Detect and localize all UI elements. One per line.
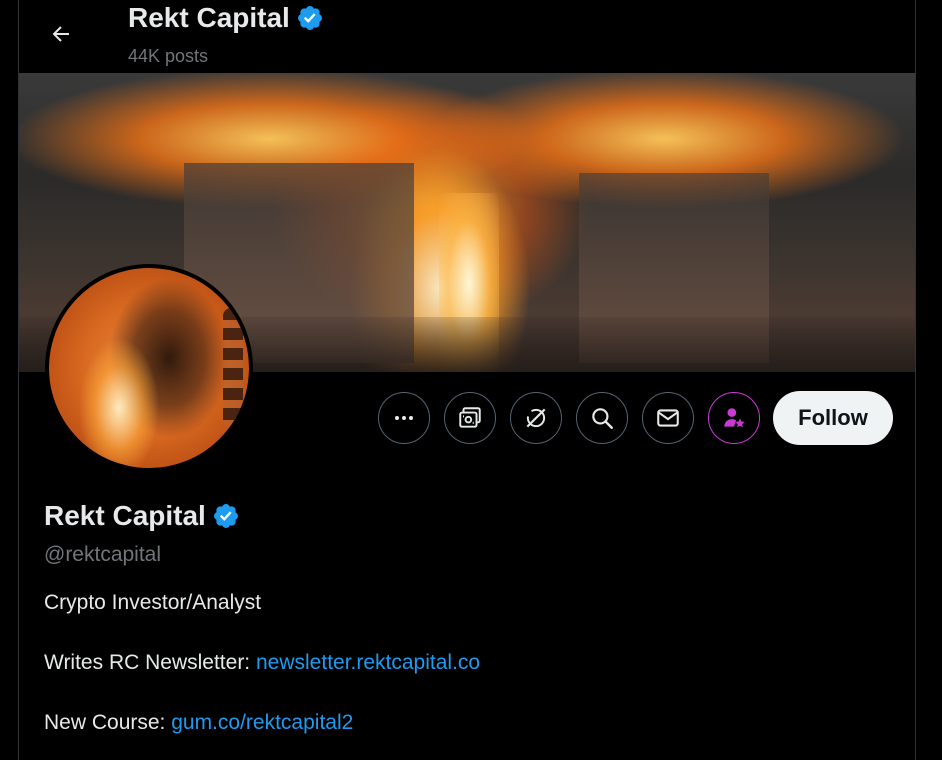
message-button[interactable] [642,392,694,444]
more-icon [395,416,413,420]
subscribe-icon [459,407,481,428]
back-button[interactable] [41,14,81,54]
arrow-left-icon [52,26,69,42]
search-icon [592,408,613,429]
bio-line-3: New Course: gum.co/rektcapital2 [44,711,353,735]
more-button[interactable] [378,392,430,444]
subscribe-button[interactable] [444,392,496,444]
grok-icon [526,408,546,428]
person-star-icon [724,408,745,428]
header-title: Rekt Capital [128,2,324,34]
avatar[interactable] [45,264,253,472]
verified-badge-icon [297,6,322,30]
newsletter-link[interactable]: newsletter.rektcapital.co [256,651,480,674]
bio-line-1: Crypto Investor/Analyst [44,591,262,614]
profile-column: Rekt Capital 44K posts Follow Rekt Capit… [18,0,916,760]
avatar-chain [223,308,243,428]
bio-course-label: New Course: [44,711,172,734]
follow-button[interactable]: Follow [773,391,893,445]
header-name: Rekt Capital [128,2,290,33]
profile-display-name: Rekt Capital [44,500,206,531]
bio-line-2: Writes RC Newsletter: newsletter.rektcap… [44,651,480,675]
profile-handle: @rektcapital [44,543,162,566]
top-bar: Rekt Capital 44K posts [19,0,915,73]
grok-button[interactable] [510,392,562,444]
message-icon [657,409,679,427]
course-link[interactable]: gum.co/rektcapital2 [171,711,353,734]
subscriber-button[interactable] [708,392,760,444]
search-button[interactable] [576,392,628,444]
verified-badge-icon[interactable] [212,502,240,530]
post-count: 44K posts [128,46,209,66]
profile-actions: Follow [378,391,893,445]
bio-newsletter-label: Writes RC Newsletter: [44,651,256,674]
profile-name: Rekt Capital [44,500,240,532]
